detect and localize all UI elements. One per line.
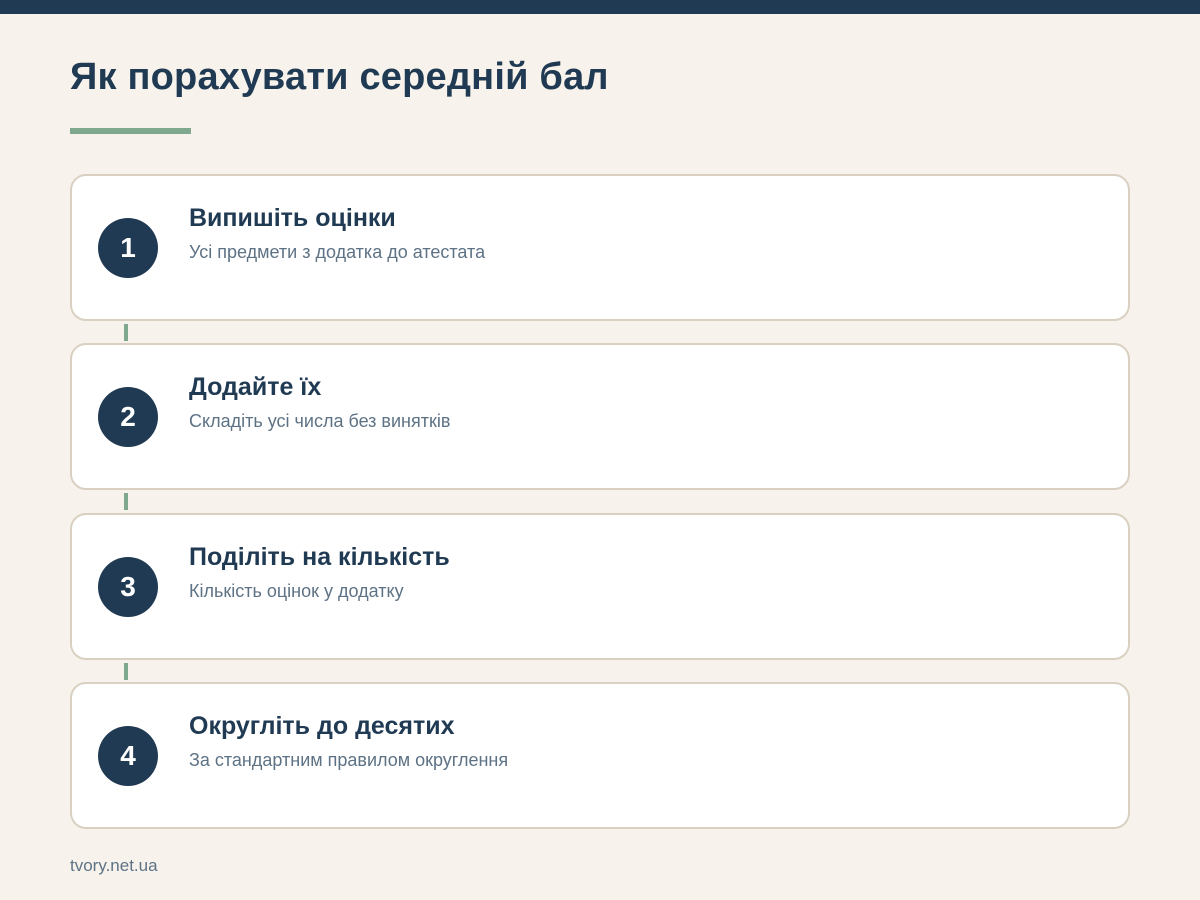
step-connector <box>124 663 128 680</box>
step-title: Додайте їх <box>189 373 322 401</box>
page-title: Як порахувати середній бал <box>70 56 609 98</box>
footer-source: tvory.net.ua <box>70 856 158 875</box>
step-number-badge: 4 <box>98 726 158 786</box>
step-card-1: 1 Випишіть оцінки Усі предмети з додатка… <box>70 174 1130 321</box>
step-connector <box>124 324 128 341</box>
step-card-2: 2 Додайте їх Складіть усі числа без виня… <box>70 343 1130 490</box>
step-description: За стандартним правилом округлення <box>189 750 509 770</box>
step-number-badge: 2 <box>98 387 158 447</box>
step-description: Кількість оцінок у додатку <box>189 581 404 601</box>
step-number-badge: 1 <box>98 218 158 278</box>
step-number-badge: 3 <box>98 557 158 617</box>
step-title: Поділіть на кількість <box>189 543 450 571</box>
step-title: Випишіть оцінки <box>189 204 396 232</box>
top-accent-bar <box>0 0 1200 14</box>
title-underline <box>70 128 191 134</box>
step-description: Складіть усі числа без винятків <box>189 411 451 431</box>
step-card-4: 4 Округліть до десятих За стандартним пр… <box>70 682 1130 829</box>
step-description: Усі предмети з додатка до атестата <box>189 242 486 262</box>
step-card-3: 3 Поділіть на кількість Кількість оцінок… <box>70 513 1130 660</box>
step-connector <box>124 493 128 510</box>
step-title: Округліть до десятих <box>189 712 455 740</box>
